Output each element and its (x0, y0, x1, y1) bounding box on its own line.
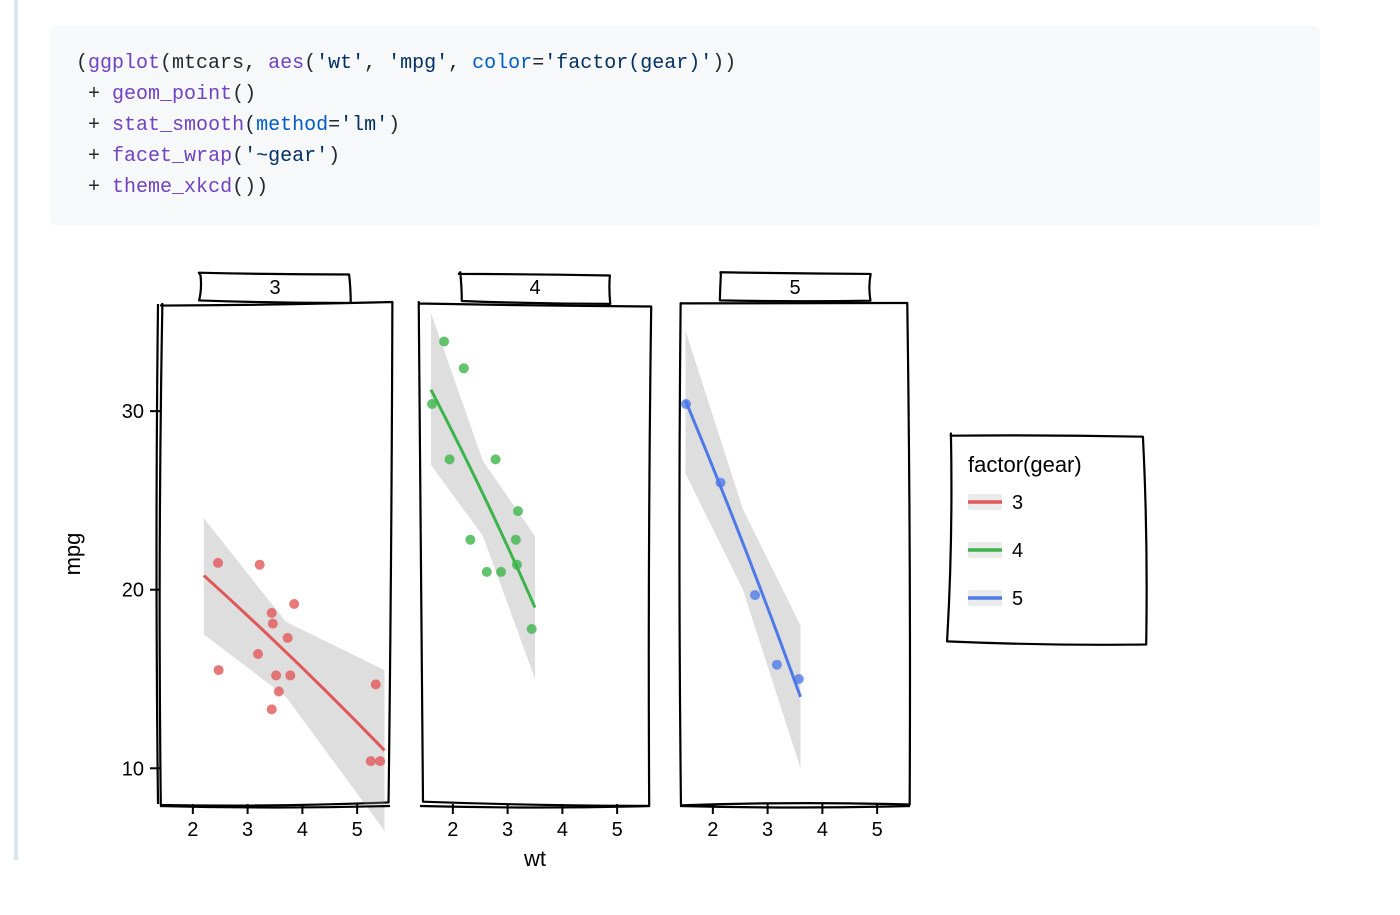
x-tick-label: 3 (502, 819, 513, 841)
data-point (511, 535, 521, 545)
x-tick-label: 2 (187, 819, 198, 841)
data-point (268, 619, 278, 629)
x-tick-label: 4 (297, 819, 308, 841)
faceted-scatter-plot: mpg 3 2 3 4 5 4 2 3 4 5 5 2 3 4 5 10 20 30 wt factor(gear) 3 4… (50, 264, 1150, 884)
data-point (283, 633, 293, 643)
data-point (491, 454, 501, 464)
data-point (716, 478, 726, 488)
data-point (445, 454, 455, 464)
legend-label: 3 (1012, 492, 1023, 514)
data-point (794, 674, 804, 684)
confidence-band (685, 331, 800, 769)
x-tick-label: 3 (242, 819, 253, 841)
data-point (512, 560, 522, 570)
data-point (371, 679, 381, 689)
data-point (465, 535, 475, 545)
y-tick-label: 30 (122, 401, 144, 423)
data-point (496, 567, 506, 577)
data-point (267, 704, 277, 714)
data-point (213, 558, 223, 568)
data-point (459, 363, 469, 373)
x-tick-label: 4 (817, 819, 828, 841)
x-tick-label: 5 (352, 819, 363, 841)
legend-label: 4 (1012, 540, 1023, 562)
x-tick-label: 5 (872, 819, 883, 841)
data-point (366, 756, 376, 766)
data-point (427, 399, 437, 409)
facet-label: 5 (789, 277, 800, 299)
data-point (482, 567, 492, 577)
y-tick-label: 20 (122, 580, 144, 602)
legend-title: factor(gear) (968, 452, 1082, 477)
x-axis-title: wt (523, 846, 546, 871)
data-point (750, 590, 760, 600)
x-tick-label: 4 (557, 819, 568, 841)
x-tick-label: 3 (762, 819, 773, 841)
data-point (274, 687, 284, 697)
data-point (513, 506, 523, 516)
data-point (214, 665, 224, 675)
facet-label: 3 (269, 277, 280, 299)
legend-label: 5 (1012, 588, 1023, 610)
data-point (772, 660, 782, 670)
data-point (375, 756, 385, 766)
quote-bar (14, 0, 18, 860)
x-tick-label: 5 (612, 819, 623, 841)
data-point (289, 599, 299, 609)
fn-ggplot: ggplot (88, 52, 160, 75)
data-point (255, 560, 265, 570)
facet-label: 4 (529, 277, 540, 299)
data-point (253, 649, 263, 659)
x-tick-label: 2 (707, 819, 718, 841)
data-point (681, 399, 691, 409)
data-point (439, 337, 449, 347)
data-point (285, 670, 295, 680)
x-tick-label: 2 (447, 819, 458, 841)
y-tick-label: 10 (122, 758, 144, 780)
code-block: (ggplot(mtcars, aes('wt', 'mpg', color='… (50, 26, 1320, 225)
data-point (527, 624, 537, 634)
data-point (271, 670, 281, 680)
y-axis-title: mpg (60, 533, 85, 576)
data-point (267, 608, 277, 618)
